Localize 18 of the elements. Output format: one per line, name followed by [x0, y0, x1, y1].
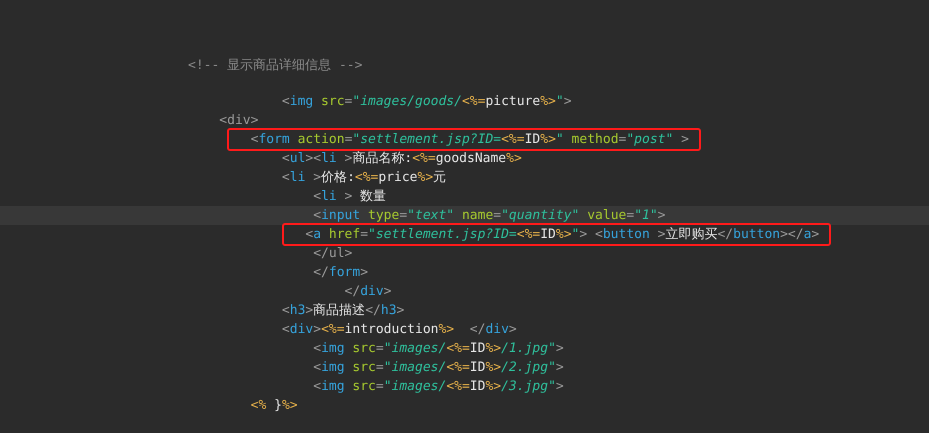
code-line: <img src="images/<%=ID%>/1.jpg">	[312, 340, 564, 356]
code-line: <img src="images/<%=ID%>/3.jpg">	[312, 378, 564, 394]
code-line: <ul><li >商品名称:<%=goodsName%>	[280, 150, 522, 166]
code-line: <h3>商品描述</h3>	[280, 302, 404, 318]
code-line: <div>	[218, 112, 258, 128]
code-line: <form action="settlement.jsp?ID=<%=ID%>" method="post" >	[250, 132, 689, 147]
code-line: </ul>	[312, 246, 352, 261]
code-comment: <!-- 显示商品详细信息 -->	[188, 57, 362, 75]
code-line: <div><%=introduction%> </div>	[280, 322, 517, 337]
code-line: <% }%>	[250, 398, 298, 413]
code-line: </div>	[344, 284, 392, 299]
code-line: <a href="settlement.jsp?ID=<%=ID%>"> <button >立即购买</button></a>	[304, 226, 820, 242]
code-line: <li > 数量	[312, 188, 386, 204]
code-line: <img src="images/goods/<%=picture%>">	[280, 94, 572, 109]
code-line: <img src="images/<%=ID%>/2.jpg">	[312, 360, 564, 375]
code-line: <input type="text" name="quantity" value="1">	[312, 208, 666, 223]
code-line: </form>	[312, 264, 368, 280]
code-line: <li >价格:<%=price%>元	[280, 170, 446, 185]
